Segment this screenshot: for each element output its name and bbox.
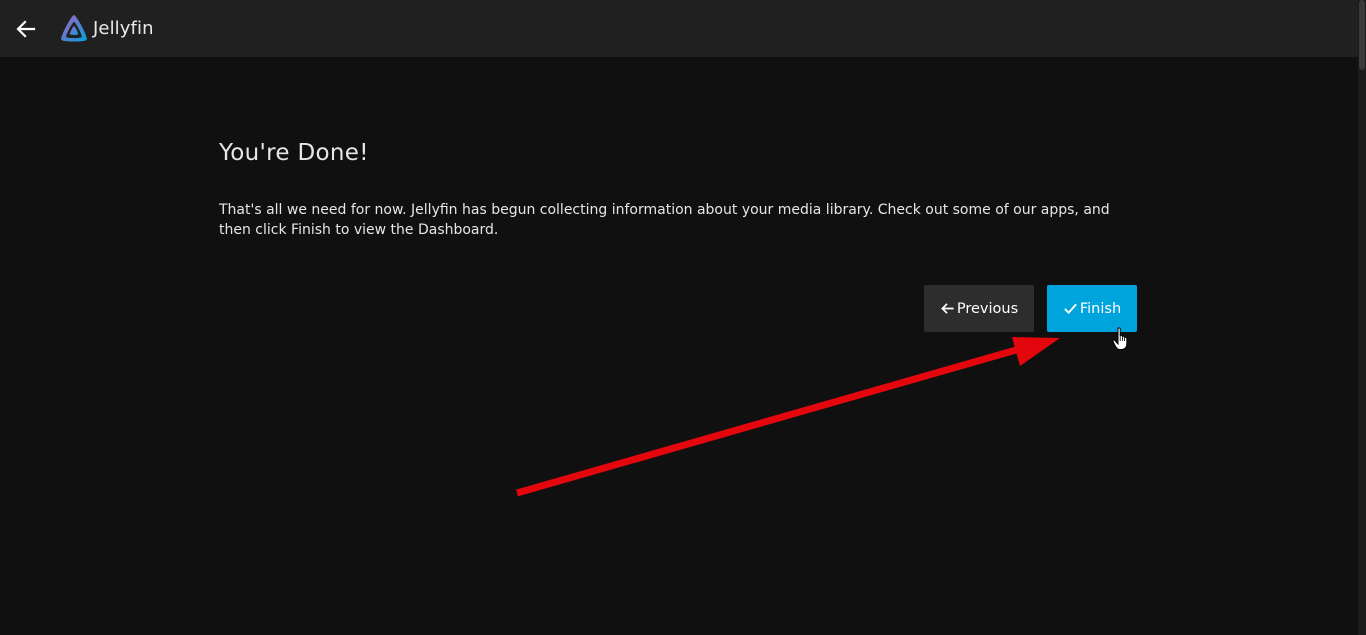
- annotation-arrow-head: [1012, 337, 1060, 366]
- completion-message: That's all we need for now. Jellyfin has…: [219, 202, 1110, 238]
- back-button[interactable]: [13, 16, 39, 42]
- wizard-finish-page: Jellyfin You're Done! That's all we need…: [0, 0, 1366, 635]
- annotation-arrow-shaft: [516, 342, 1031, 497]
- previous-button-label: Previous: [956, 300, 1019, 317]
- hand-pointer-icon: [1112, 327, 1128, 350]
- checkmark-icon: [1064, 303, 1077, 315]
- app-header: Jellyfin: [0, 0, 1358, 57]
- annotation-arrow: [516, 337, 1060, 497]
- finish-button-label: Finish: [1079, 300, 1122, 317]
- previous-button[interactable]: Previous: [924, 285, 1034, 332]
- page-scrollbar[interactable]: [1358, 0, 1366, 635]
- scrollbar-thumb[interactable]: [1359, 0, 1365, 70]
- app-name: Jellyfin: [93, 18, 154, 39]
- wizard-content: You're Done! That's all we need for now.…: [219, 140, 1139, 240]
- arrow-left-icon: [941, 303, 954, 314]
- arrow-left-icon: [16, 19, 36, 38]
- jellyfin-logo[interactable]: Jellyfin: [58, 13, 154, 45]
- jellyfin-logo-icon: [61, 14, 87, 42]
- finish-button[interactable]: Finish: [1047, 285, 1137, 332]
- page-title: You're Done!: [219, 140, 369, 166]
